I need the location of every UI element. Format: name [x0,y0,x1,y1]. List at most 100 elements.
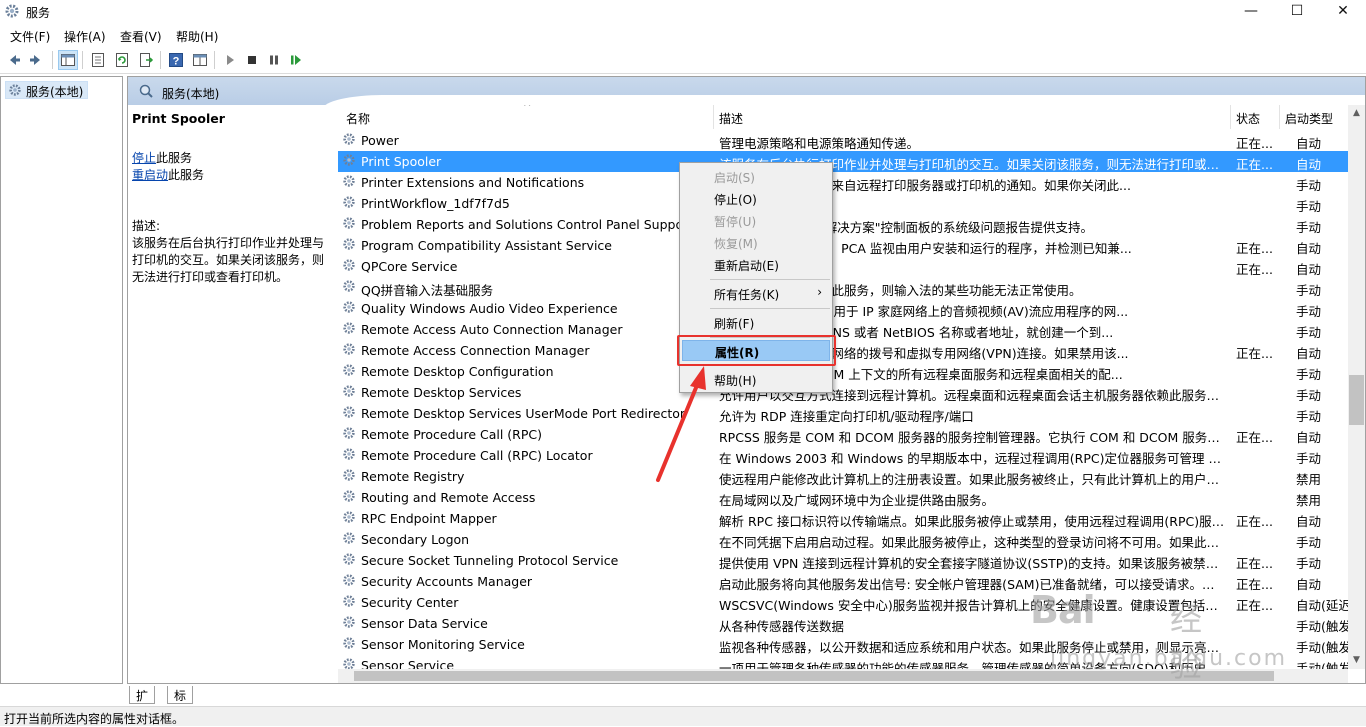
table-row[interactable]: Remote Procedure Call (RPC) Locator 在 Win… [338,445,1348,466]
stop-service-suffix: 此服务 [156,151,193,165]
vertical-scrollbar[interactable]: ▲ ▼ [1348,105,1365,669]
gear-icon [342,510,356,527]
menu-item-resume[interactable]: 恢复(M) [682,232,830,253]
play-icon[interactable] [220,50,240,70]
service-description-cell: WSCSVC(Windows 安全中心)服务监视并报告计算机上的安全健康设置。健… [719,598,1225,613]
vertical-scroll-thumb[interactable] [1349,375,1364,425]
window-title: 服务 [26,6,51,20]
menu-item-restart[interactable]: 重新启动(E) [682,254,830,275]
maximize-button[interactable]: ☐ [1274,0,1320,24]
menu-help[interactable]: 帮助(H) [176,28,218,45]
column-header-name[interactable]: 名称 [346,110,370,127]
tab-extended[interactable]: 扩展 [129,686,156,720]
stop-service-link[interactable]: 停止 [132,151,156,165]
restart-icon[interactable] [286,50,306,70]
pause-icon[interactable] [264,50,284,70]
table-row[interactable]: Remote Procedure Call (RPC) RPCSS 服务是 COM… [338,424,1348,445]
service-startup-type-cell: 手动(触发... [1296,619,1348,634]
menu-item-stop[interactable]: 停止(O) [682,188,830,209]
table-row[interactable]: Remote Access Auto Connection Manager 程序引… [338,319,1348,340]
export-icon[interactable] [136,50,156,70]
service-startup-type-cell: 自动 [1296,157,1322,172]
tab-standard[interactable]: 标准 [167,686,194,720]
console-tree: 服务(本地) [0,76,123,684]
column-divider[interactable] [1230,105,1231,129]
table-row[interactable]: PrintWorkflow_1df7f7d5 手动 [338,193,1348,214]
show-console-tree-icon[interactable] [58,50,78,70]
table-row[interactable]: Remote Desktop Services UserMode Port Re… [338,403,1348,424]
gear-icon [342,195,356,212]
stop-icon[interactable] [242,50,262,70]
table-row[interactable]: Routing and Remote Access 在局域网以及广域网环境中为企业… [338,487,1348,508]
scroll-down-icon[interactable]: ▼ [1348,652,1365,669]
gear-icon [342,237,356,254]
service-description-cell: 提供使用 VPN 连接到远程计算机的安全套接字隧道协议(SSTP)的支持。如果该… [719,556,1225,571]
service-status-cell: 正在... [1236,430,1273,445]
service-name-cell: Problem Reports and Solutions Control Pa… [361,217,694,232]
sort-ascending-icon: ^ [523,105,532,113]
service-description-cell: 允许为 RDP 连接重定向打印机/驱动程序/端口 [719,409,974,424]
table-row[interactable]: Quality Windows Audio Video Experience 视频… [338,298,1348,319]
table-row[interactable]: Print Spooler 该服务在后台执行打印作业并处理与打印机的交互。如果关闭… [338,151,1348,172]
column-header-description[interactable]: 描述 [719,110,743,127]
table-row[interactable]: Program Compatibility Assistant Service 助… [338,235,1348,256]
service-name-cell: Routing and Remote Access [361,490,536,505]
table-row[interactable]: Printer Extensions and Notifications 打印机对… [338,172,1348,193]
gear-icon [342,405,356,422]
service-startup-type-cell: 手动 [1296,283,1322,298]
service-description-cell: 使远程用户能修改此计算机上的注册表设置。如果此服务被终止，只有此计算机上的用户才… [719,472,1225,487]
restart-service-link[interactable]: 重启动 [132,168,168,182]
service-name-cell: QQ拼音输入法基础服务 [361,283,494,298]
forward-arrow-icon[interactable] [26,50,46,70]
column-header-startup-type[interactable]: 启动类型 [1285,110,1333,127]
back-arrow-icon[interactable] [4,50,24,70]
table-row[interactable]: Remote Access Connection Manager nternet … [338,340,1348,361]
toolbar: ? [0,46,1366,74]
table-row[interactable]: Secondary Logon 在不同凭据下启用启动过程。如果此服务被停止，这种类… [338,529,1348,550]
column-divider[interactable] [713,105,714,129]
menu-item-start[interactable]: 启动(S) [682,166,830,187]
properties-sheet-icon[interactable] [88,50,108,70]
close-button[interactable]: ✕ [1320,0,1366,24]
table-row[interactable]: QQ拼音输入法基础服务 基础服务，如果禁用此服务，则输入法的某些功能无法正常使用。… [338,277,1348,298]
status-text: 打开当前所选内容的属性对话框。 [4,712,185,726]
horizontal-scroll-thumb[interactable] [354,671,1274,681]
table-row[interactable]: Security Accounts Manager 启动此服务将向其他服务发出信号… [338,571,1348,592]
service-description-cell: 在局域网以及广域网环境中为企业提供路由服务。 [719,493,995,508]
menu-action[interactable]: 操作(A) [64,28,106,45]
help-icon[interactable]: ? [166,50,186,70]
scroll-up-icon[interactable]: ▲ [1348,105,1365,122]
watermark-label: 经验 [1170,600,1203,684]
service-name-cell: Power [361,133,399,148]
column-header-status[interactable]: 状态 [1236,110,1260,127]
table-row[interactable]: Problem Reports and Solutions Control Pa… [338,214,1348,235]
gear-icon [342,594,356,611]
menu-item-refresh[interactable]: 刷新(F) [682,312,830,333]
menu-file[interactable]: 文件(F) [10,28,50,45]
menu-view[interactable]: 查看(V) [120,28,162,45]
column-divider[interactable] [1279,105,1280,129]
service-startup-type-cell: 手动 [1296,451,1322,466]
service-name-cell: Secure Socket Tunneling Protocol Service [361,553,619,568]
service-name-cell: Remote Registry [361,469,465,484]
service-startup-type-cell: 手动(触发... [1296,640,1348,655]
minimize-button[interactable]: — [1228,0,1274,24]
tree-item-services-local[interactable]: 服务(本地) [5,81,89,99]
table-row[interactable]: Power 管理电源策略和电源策略通知传递。 正在... 自动 [338,130,1348,151]
table-row[interactable]: Secure Socket Tunneling Protocol Service… [338,550,1348,571]
menu-item-pause[interactable]: 暂停(U) [682,210,830,231]
service-name-cell: Remote Desktop Services [361,385,522,400]
column-header-row: ^ 名称 描述 状态 启动类型 [338,105,1348,129]
table-row[interactable]: Remote Registry 使远程用户能修改此计算机上的注册表设置。如果此服务… [338,466,1348,487]
table-row[interactable]: Remote Desktop Configuration CS)负责需要 SYST… [338,361,1348,382]
table-row[interactable]: QPCore Service 正在... 自动 [338,256,1348,277]
refresh-icon[interactable] [112,50,132,70]
service-description-cell: 解析 RPC 接口标识符以传输端点。如果此服务被停止或禁用，使用远程过程调用(R… [719,514,1225,529]
table-row[interactable]: RPC Endpoint Mapper 解析 RPC 接口标识符以传输端点。如果此… [338,508,1348,529]
service-status-cell: 正在... [1236,556,1273,571]
grid-view-icon[interactable] [190,50,210,70]
table-row[interactable]: Remote Desktop Services 允许用户以交互方式连接到远程计算机… [338,382,1348,403]
menu-item-help[interactable]: 帮助(H) [682,369,830,390]
menu-item-all-tasks-label: 所有任务(K) [714,288,780,302]
menu-item-all-tasks[interactable]: 所有任务(K) › [682,283,830,304]
